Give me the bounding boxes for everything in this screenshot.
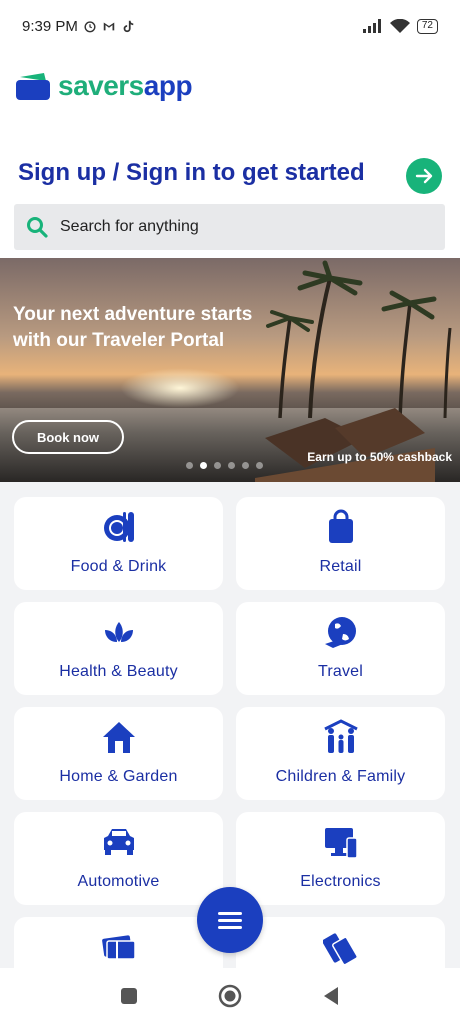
category-label: Electronics <box>300 873 381 890</box>
category-automotive[interactable]: Automotive <box>14 812 223 905</box>
search-icon <box>27 217 48 238</box>
category-label: Retail <box>319 558 362 575</box>
carousel-dot[interactable] <box>242 462 249 469</box>
search-input[interactable] <box>60 218 420 236</box>
carousel-dot[interactable] <box>228 462 235 469</box>
wifi-icon <box>389 18 410 33</box>
house-icon <box>102 722 135 753</box>
category-label: Health & Beauty <box>59 663 178 680</box>
carousel-dot[interactable] <box>214 462 221 469</box>
car-icon <box>103 829 134 855</box>
back-icon[interactable] <box>322 986 340 1006</box>
tiktok-icon <box>123 20 134 33</box>
category-food-drink[interactable]: Food & Drink <box>14 497 223 590</box>
category-electronics[interactable]: Electronics <box>236 812 445 905</box>
brand-name-part2: app <box>143 70 193 101</box>
food-drink-icon <box>103 512 134 542</box>
carousel-dot[interactable] <box>256 462 263 469</box>
carousel-dots <box>186 462 263 469</box>
category-label: Food & Drink <box>70 558 167 575</box>
globe-plane-icon <box>324 617 356 648</box>
menu-fab-button[interactable] <box>197 887 263 953</box>
brand-name-part1: savers <box>58 70 144 101</box>
signal-icon <box>362 19 381 33</box>
alarm-icon <box>84 21 96 33</box>
category-health-beauty[interactable]: Health & Beauty <box>14 602 223 695</box>
category-label: Children & Family <box>275 768 406 785</box>
category-retail[interactable]: Retail <box>236 497 445 590</box>
recent-apps-icon[interactable] <box>120 987 138 1005</box>
book-now-button[interactable]: Book now <box>12 420 124 454</box>
cashback-text: Earn up to 50% cashback <box>307 450 452 464</box>
tickets-icon <box>322 933 358 965</box>
lotus-icon <box>104 622 133 642</box>
category-label: Travel <box>317 663 364 680</box>
lounge-chairs-image <box>255 408 435 482</box>
shopping-bag-icon <box>328 509 353 543</box>
devices-icon <box>324 828 358 859</box>
brand-name: saversapp <box>58 70 193 102</box>
home-icon[interactable] <box>218 984 242 1008</box>
banner-headline: Your next adventure starts with our Trav… <box>13 304 253 351</box>
hamburger-menu-icon <box>218 912 242 929</box>
wallet-logo-icon <box>16 73 50 100</box>
category-children-family[interactable]: Children & Family <box>236 707 445 800</box>
family-icon <box>323 719 358 753</box>
status-bar: 9:39 PM 72 <box>0 0 460 52</box>
carousel-dot-active[interactable] <box>200 462 207 469</box>
arrow-right-icon <box>415 168 433 184</box>
category-home-garden[interactable]: Home & Garden <box>14 707 223 800</box>
category-travel[interactable]: Travel <box>236 602 445 695</box>
gmail-icon <box>103 22 115 31</box>
gift-card-icon <box>101 935 136 960</box>
promo-banner[interactable]: Your next adventure starts with our Trav… <box>0 258 460 482</box>
banner-sun-glow <box>120 368 240 408</box>
signin-arrow-button[interactable] <box>406 158 442 194</box>
signin-prompt[interactable]: Sign up / Sign in to get started <box>18 159 365 187</box>
header-area: saversapp Sign up / Sign in to get start… <box>0 52 460 258</box>
app-logo[interactable]: saversapp <box>16 70 193 102</box>
system-nav-bar <box>0 968 460 1024</box>
carousel-dot[interactable] <box>186 462 193 469</box>
battery-indicator: 72 <box>416 18 438 34</box>
status-time: 9:39 PM <box>22 17 78 35</box>
search-bar[interactable] <box>14 204 445 250</box>
category-label: Home & Garden <box>59 768 178 785</box>
category-label: Automotive <box>77 873 160 890</box>
